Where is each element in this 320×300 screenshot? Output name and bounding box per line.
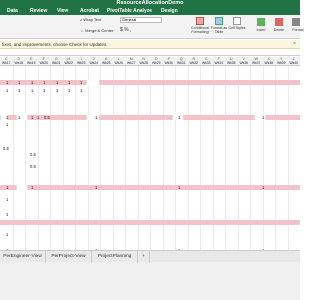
- merge-center-button[interactable]: ⇔ Merge & Center: [80, 28, 113, 33]
- cell-value[interactable]: 1: [95, 185, 97, 190]
- tab-review[interactable]: Review: [30, 7, 47, 15]
- sheet-tab-perproject-view[interactable]: PerProject-View: [46, 251, 92, 263]
- formula-bar[interactable]: [0, 49, 300, 56]
- cell-value[interactable]: 1: [262, 185, 264, 190]
- cell-value[interactable]: 1: [56, 88, 58, 93]
- close-icon[interactable]: ×: [293, 40, 296, 49]
- number-format-select[interactable]: General: [120, 17, 162, 23]
- format-label: Format: [292, 28, 304, 32]
- ribbon-tabs: Data Review View Acrobat PivotTable Anal…: [0, 7, 300, 15]
- title-bar: ResourceAllocationDemo: [0, 0, 300, 7]
- tab-data[interactable]: Data: [7, 7, 18, 15]
- format-icon[interactable]: [292, 18, 300, 26]
- band-gap: [86, 115, 100, 120]
- cell-value[interactable]: 1: [56, 80, 58, 85]
- conditional-formatting-label: Conditional Formatting: [191, 26, 209, 34]
- cell-value[interactable]: 1: [6, 122, 8, 127]
- cell-value[interactable]: 1: [31, 80, 33, 85]
- window-title: ResourceAllocationDemo: [116, 0, 184, 6]
- cell-value[interactable]: 1: [6, 80, 8, 85]
- update-message-bar: fixes, and improvements, choose Check fo…: [0, 40, 300, 49]
- delete-icon[interactable]: [275, 18, 283, 26]
- cell-value[interactable]: 1: [31, 185, 33, 190]
- tab-pivottable-analyze[interactable]: PivotTable Analyze: [107, 7, 152, 15]
- cell-value[interactable]: 1: [178, 185, 180, 190]
- sheet-tab-perengineer-view[interactable]: PerEngineer-View: [0, 251, 46, 263]
- band-gap: [86, 80, 100, 85]
- cell-value[interactable]: 1: [43, 80, 45, 85]
- cell-value[interactable]: 1: [31, 88, 33, 93]
- format-as-table-icon[interactable]: [215, 17, 223, 25]
- allocation-band: [0, 185, 300, 190]
- wrap-text-icon: ⤶: [80, 17, 83, 22]
- cell-value[interactable]: 1: [6, 185, 8, 190]
- update-message: fixes, and improvements, choose Check fo…: [2, 42, 108, 47]
- format-as-table-label: Format as Table: [210, 26, 228, 34]
- cell-value[interactable]: 0.5: [44, 115, 50, 120]
- wrap-text-button[interactable]: ⤶ Wrap Text: [80, 17, 101, 22]
- number-format-buttons[interactable]: $ % ,: [120, 27, 131, 33]
- tab-design[interactable]: Design: [161, 7, 178, 15]
- cell-value[interactable]: 1: [262, 115, 264, 120]
- cell-value[interactable]: 1: [18, 80, 20, 85]
- delete-label: Delete: [273, 28, 285, 32]
- sheet-tab-projectplanning[interactable]: ProjectPlanning: [92, 251, 138, 263]
- cell-value[interactable]: 1: [6, 232, 8, 237]
- cell-value[interactable]: 1: [18, 88, 20, 93]
- cell-styles-icon[interactable]: [233, 17, 241, 25]
- cell-value[interactable]: 0.5: [30, 164, 36, 169]
- tab-acrobat[interactable]: Acrobat: [80, 7, 99, 15]
- cell-value[interactable]: 1: [80, 80, 82, 85]
- sheet-tabs: PerEngineer-View PerProject-View Project…: [0, 250, 300, 263]
- cell-value[interactable]: 0.5: [30, 152, 36, 157]
- cell-value[interactable]: 1: [31, 115, 33, 120]
- cell-value[interactable]: 1: [178, 115, 180, 120]
- cell-value[interactable]: 1: [6, 197, 8, 202]
- cell-styles-label: Cell Styles: [228, 26, 246, 30]
- allocation-band: [0, 220, 300, 225]
- band-gap: [16, 185, 28, 190]
- cell-value[interactable]: 0.5: [3, 146, 9, 151]
- status-area: PerEngineer-View PerProject-View Project…: [0, 250, 300, 300]
- conditional-formatting-icon[interactable]: [196, 17, 204, 25]
- merge-icon: ⇔: [80, 28, 84, 33]
- cell-value[interactable]: 1: [68, 80, 70, 85]
- ribbon: ⤶ Wrap Text General ⇔ Merge & Center $ %…: [0, 15, 304, 39]
- cell-value[interactable]: 1: [68, 88, 70, 93]
- cell-value[interactable]: 1: [80, 88, 82, 93]
- cell-value[interactable]: 1: [95, 115, 97, 120]
- cell-value[interactable]: 1: [37, 115, 39, 120]
- cell-value[interactable]: 1: [6, 88, 8, 93]
- worksheet-grid[interactable]: 1 1 1 1 1 1 1 1 1 1 1 1 1 1 1 1 1 1 0.5 1 1 1 1 0.5 0.5 0.5 1 1 1 1 1 1…: [0, 66, 300, 250]
- tab-view[interactable]: View: [57, 7, 68, 15]
- cell-value[interactable]: 1: [43, 88, 45, 93]
- cell-value[interactable]: 1: [18, 115, 20, 120]
- cell-value[interactable]: 1: [6, 212, 8, 217]
- column-header: C D E F G H I J K L M N O P Q R S T U V W X Y Z Wk17 Wk18 Wk19 Wk20…: [0, 57, 300, 66]
- add-sheet-button[interactable]: +: [138, 251, 150, 263]
- insert-icon[interactable]: [257, 18, 265, 26]
- cell-value[interactable]: 1: [6, 115, 8, 120]
- insert-label: Insert: [256, 28, 266, 32]
